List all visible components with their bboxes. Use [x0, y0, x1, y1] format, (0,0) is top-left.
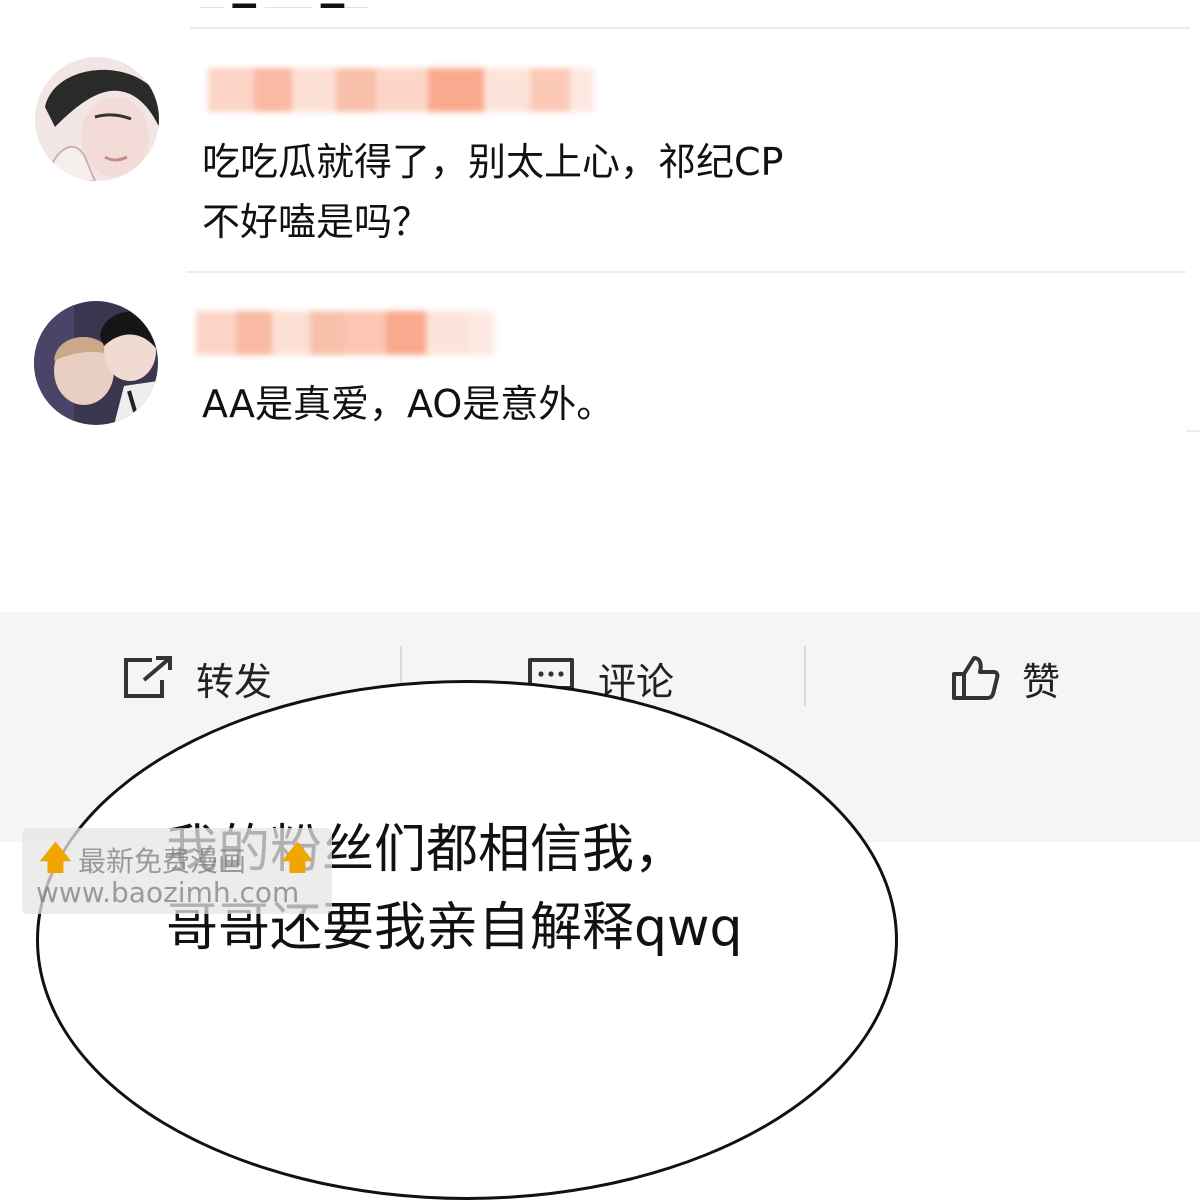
comment-divider [1186, 430, 1200, 432]
comment-text: AA是真爱，AO是意外。 [202, 374, 614, 434]
share-label: 转发 [196, 659, 273, 704]
like-label: 赞 [1022, 659, 1061, 704]
watermark-url: www.baozimh.com [36, 876, 300, 909]
share-icon [122, 656, 174, 700]
action-separator [804, 646, 806, 706]
watermark-text: 最新免费漫画 [78, 845, 247, 878]
avatar[interactable] [34, 301, 158, 425]
comment-line: 不好嗑是吗？ [202, 200, 431, 244]
avatar[interactable] [35, 57, 159, 181]
comment-text: 吃吃瓜就得了，别太上心，祁纪CP 不好嗑是吗？ [202, 132, 783, 252]
like-button[interactable]: 赞 [950, 650, 1060, 706]
comment-divider [190, 27, 1190, 29]
previous-comment-fragment: ▁ ▂ ▁▁ ▂▁ [200, 0, 500, 8]
comment-line: 吃吃瓜就得了，别太上心，祁纪CP [202, 140, 784, 184]
like-icon [950, 654, 1000, 702]
comment-divider [186, 271, 1186, 273]
share-button[interactable]: 转发 [122, 650, 272, 706]
comment-line: AA是真爱，AO是意外。 [202, 382, 615, 426]
username-redacted[interactable] [196, 311, 494, 355]
username-redacted[interactable] [208, 68, 594, 112]
